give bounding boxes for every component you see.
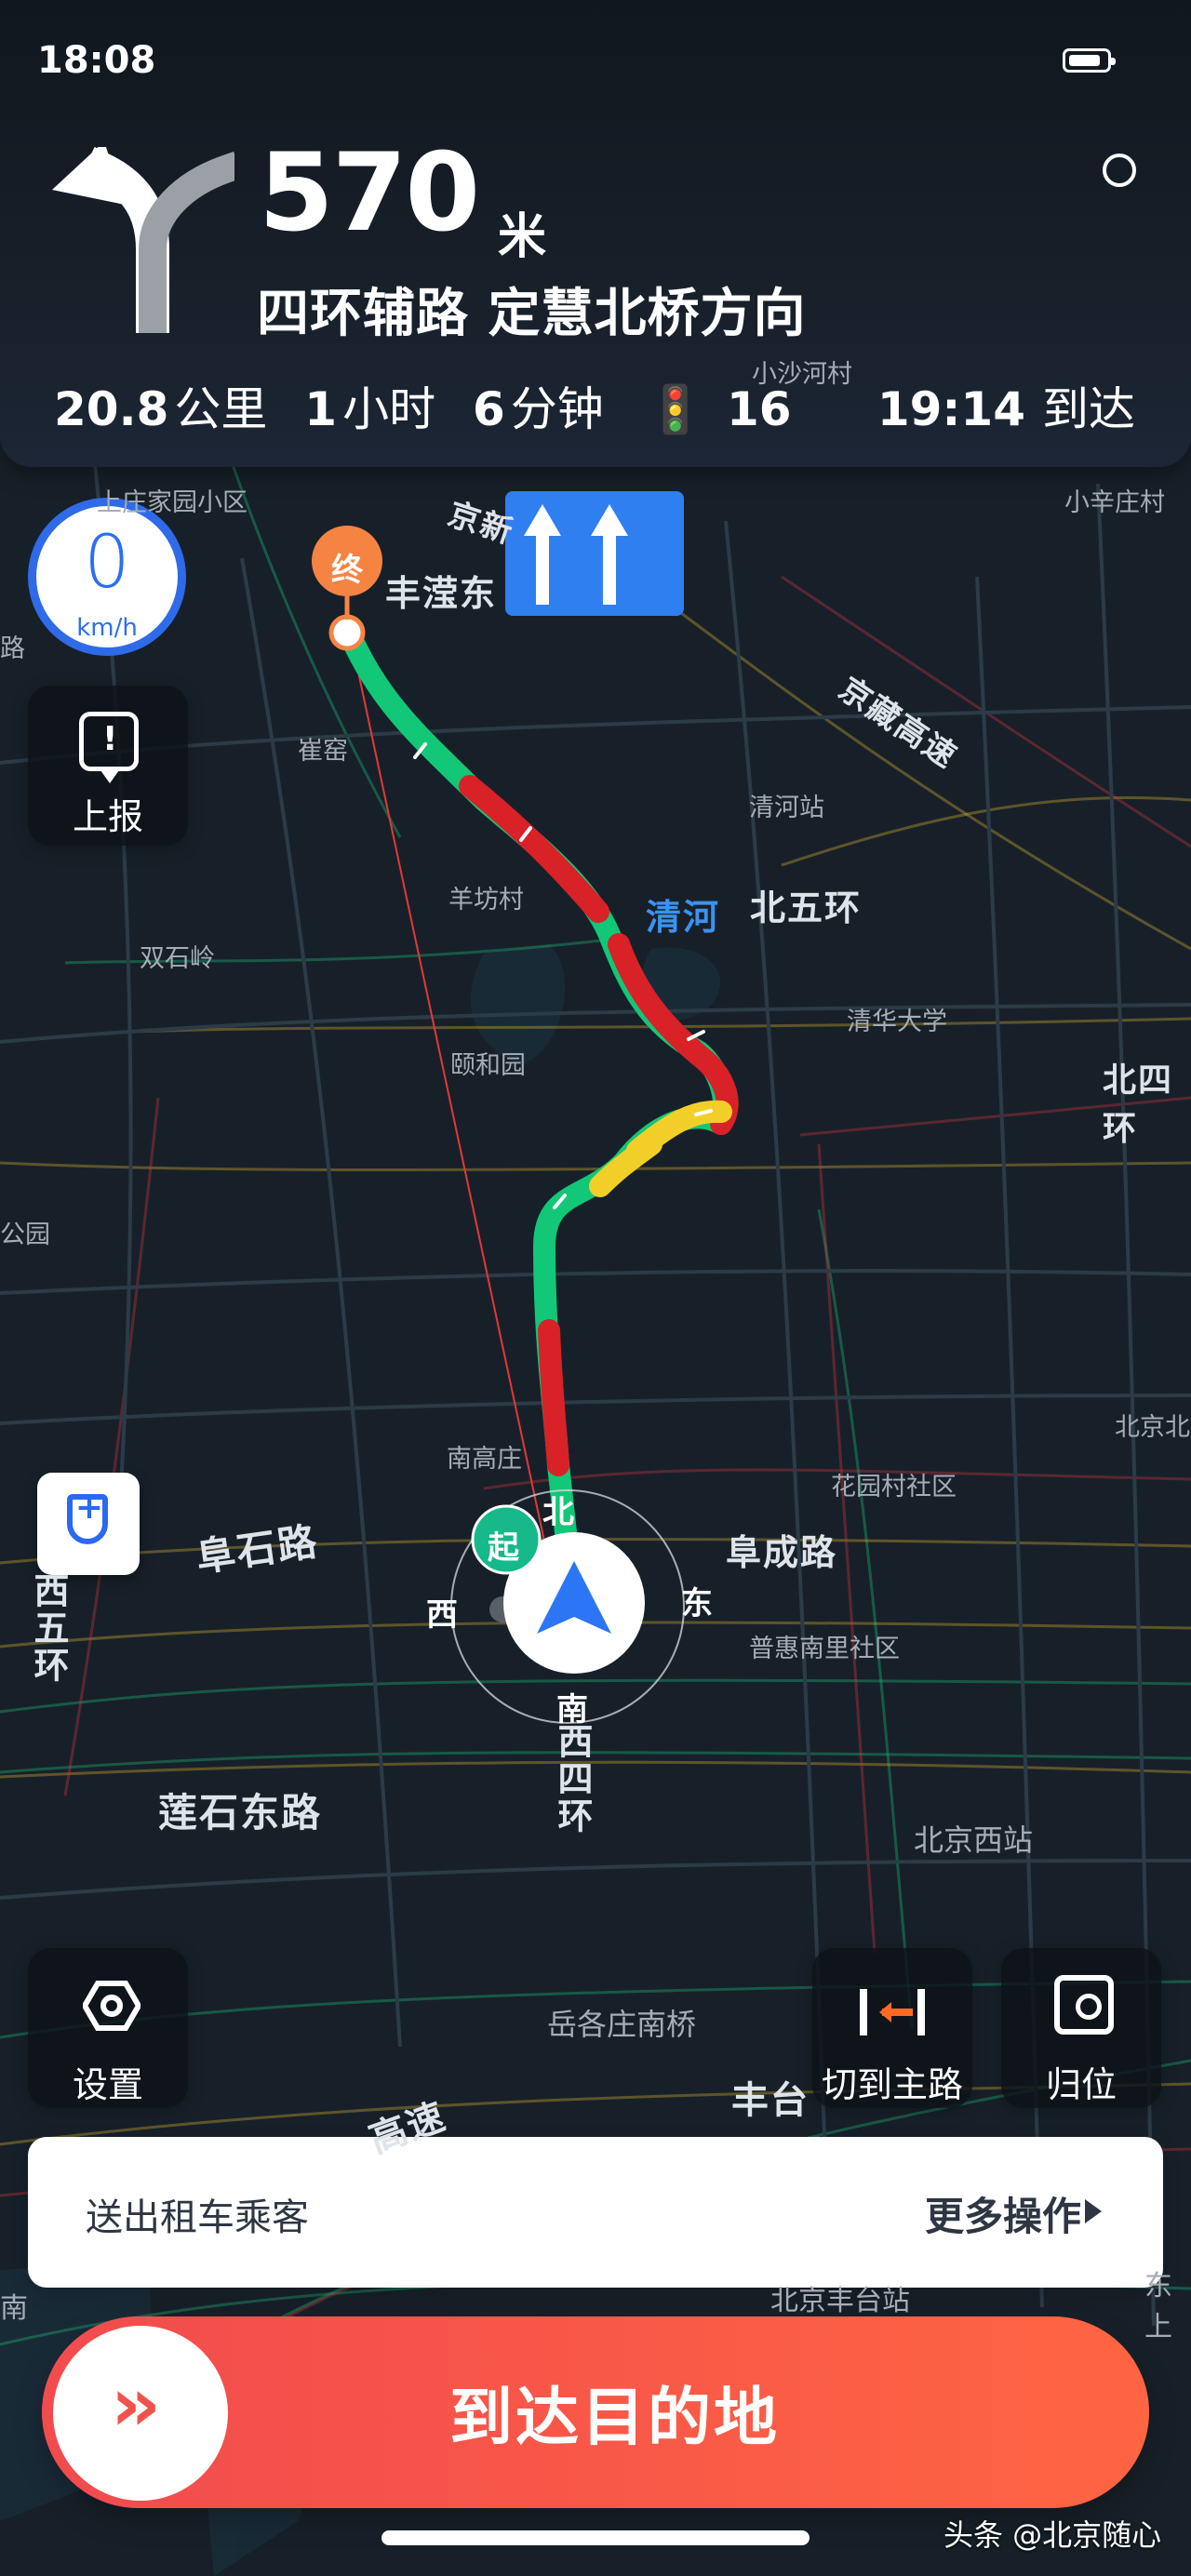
task-card[interactable]: 送出租车乘客 更多操作 xyxy=(28,2137,1163,2288)
map-label-north4: 北四环 xyxy=(1103,1061,1174,1148)
trip-summary: 20.8 公里 1 小时 6 分钟 🚦 16 xyxy=(54,372,792,439)
settings-button[interactable]: 设置 xyxy=(28,1948,188,2108)
report-icon xyxy=(79,712,139,783)
map-label-tsinghua: 清华大学 xyxy=(847,1008,947,1036)
battery-fill xyxy=(1069,55,1100,66)
map-label-left-south: 南 xyxy=(0,2292,28,2325)
chevron-right-icon xyxy=(1085,2199,1102,2223)
recenter-button[interactable]: 归位 xyxy=(1001,1948,1161,2108)
turn-left-icon xyxy=(52,147,234,333)
shield-icon[interactable] xyxy=(37,1473,140,1575)
map-label-fucheng-road: 阜成路 xyxy=(726,1532,838,1573)
lane-arrow-left xyxy=(524,504,561,605)
more-actions-link[interactable]: 更多操作 xyxy=(925,2185,1081,2242)
compass-east: 东 xyxy=(681,1585,713,1622)
end-pin xyxy=(328,614,366,651)
trip-minutes-unit: 分钟 xyxy=(510,382,604,436)
map-label-qinghe: 清河 xyxy=(646,897,721,938)
sound-icon[interactable] xyxy=(1103,153,1136,187)
status-time: 18:08 xyxy=(37,39,156,82)
map-label-puhui: 普惠南里社区 xyxy=(749,1635,900,1663)
map-label-cuiyao: 崔窑 xyxy=(298,737,348,766)
navigation-screen: 18:08 570 米 四环辅路 定慧北桥方向 20.8 公里 1 小时 6 分钟 🚦… xyxy=(0,0,1191,2576)
speedometer-icon: 0 km/h xyxy=(28,498,186,656)
battery-icon xyxy=(1063,48,1116,73)
route-red-segment-3 xyxy=(538,1319,569,1476)
map-label-north5: 北五环 xyxy=(750,888,863,928)
map-label-west4: 西四环 xyxy=(552,1723,593,1835)
double-chevron-icon: ›› xyxy=(111,2361,161,2448)
eta: 19:14 到达 xyxy=(877,372,1135,439)
traffic-light-icon: 🚦 xyxy=(646,382,704,436)
eta-time: 19:14 xyxy=(877,382,1025,436)
map-label-yangfang: 羊坊村 xyxy=(448,886,524,914)
map-label-beijing-west: 北京西站 xyxy=(914,1822,1034,1858)
home-indicator[interactable] xyxy=(381,2530,810,2545)
watermark: 头条 @北京随心 xyxy=(943,2517,1162,2553)
map-label-beijing-north: 北京北 xyxy=(1115,1413,1190,1442)
lane-guidance-icon xyxy=(505,491,684,616)
report-button[interactable]: 上报 xyxy=(28,686,188,846)
speed-value: 0 xyxy=(84,521,130,605)
map-label-west5: 西五环 xyxy=(28,1572,69,1684)
trip-hours-unit: 小时 xyxy=(342,382,436,436)
map-label-community: 上庄家园小区 xyxy=(97,488,248,517)
compass-north: 北 xyxy=(542,1494,574,1531)
map-label-summer-palace: 颐和园 xyxy=(450,1051,526,1080)
lane-arrow-right xyxy=(591,504,628,605)
map-label-edge-road: 路 xyxy=(0,634,25,663)
trip-hours: 1 xyxy=(304,382,338,436)
start-marker-label: 起 xyxy=(488,1529,519,1567)
settings-label: 设置 xyxy=(72,2064,143,2105)
map-label-beijing-fengtai: 北京丰台站 xyxy=(770,2285,910,2317)
map-label-huayuancun: 花园村社区 xyxy=(831,1473,957,1502)
speed-unit: km/h xyxy=(76,614,138,642)
switch-main-road-label: 切到主路 xyxy=(821,2064,963,2105)
map-label-shuangshiling: 双石岭 xyxy=(140,944,215,973)
recenter-icon xyxy=(1054,1975,1114,2035)
map-label-yuegezhuang: 岳各庄南桥 xyxy=(547,2007,697,2042)
map-label-right-edge: 东上 xyxy=(1144,2270,1172,2343)
hexagon-settings-icon xyxy=(83,1981,141,2031)
map-label-nangaozhuang: 南高庄 xyxy=(447,1445,522,1474)
task-description: 送出租车乘客 xyxy=(86,2196,309,2239)
trip-distance-unit: 公里 xyxy=(174,382,268,436)
traffic-light-count: 16 xyxy=(726,382,792,436)
arrive-destination-button[interactable]: ›› 到达目的地 xyxy=(42,2316,1149,2508)
arrive-icon-container: ›› xyxy=(53,2326,228,2501)
map-label-park: 公园 xyxy=(0,1221,50,1249)
next-road-name: 四环辅路 定慧北桥方向 xyxy=(257,284,807,344)
trip-minutes: 6 xyxy=(472,382,505,436)
map-label-qinghe-station: 清河站 xyxy=(749,794,824,822)
map-label-fengtai: 丰台 xyxy=(731,2079,810,2122)
end-marker-label: 终 xyxy=(331,552,363,589)
compass-west: 西 xyxy=(426,1596,458,1634)
main-road-icon xyxy=(860,1989,925,2035)
map-label-top-faint: 小沙河村 xyxy=(752,360,852,389)
destination-name: 丰滢东 xyxy=(385,573,498,614)
switch-main-road-button[interactable]: 切到主路 xyxy=(812,1948,972,2108)
map-label-lianshi-east: 莲石东路 xyxy=(158,1790,323,1835)
arrive-label: 到达目的地 xyxy=(449,2382,781,2455)
map-label-village: 小辛庄村 xyxy=(1064,488,1165,517)
next-turn-distance: 570 xyxy=(259,130,480,256)
distance-unit: 米 xyxy=(498,209,547,265)
trip-distance-value: 20.8 xyxy=(54,382,169,436)
report-label: 上报 xyxy=(72,796,143,837)
recenter-label: 归位 xyxy=(1045,2064,1117,2105)
eta-label: 到达 xyxy=(1042,382,1135,436)
